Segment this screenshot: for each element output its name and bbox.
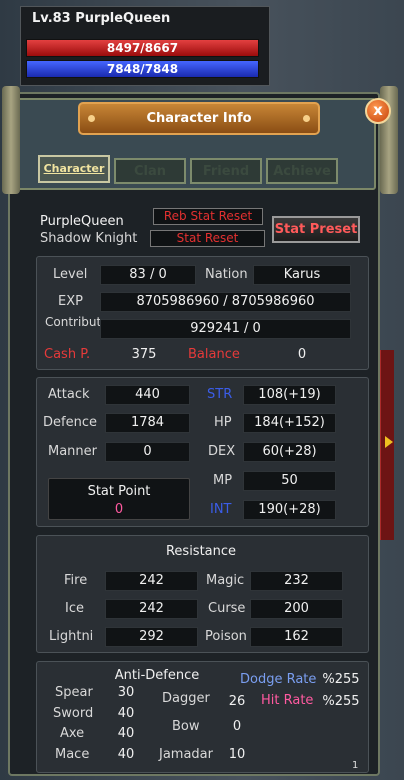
int-label: INT [210,502,232,517]
fire-label: Fire [64,573,88,588]
stat-point-value: 0 [114,502,124,517]
curse-label: Curse [208,601,246,616]
level-label: Level [53,267,88,282]
reb-stat-reset-button[interactable]: Reb Stat Reset [153,208,263,225]
anti-defence-heading: Anti-Defence [114,668,200,683]
dodge-rate-label: Dodge Rate [240,672,317,687]
jamadar-label: Jamadar [159,747,213,762]
spear-value: 30 [117,685,135,700]
hp-bar: 8497/8667 [26,39,259,57]
axe-label: Axe [60,726,85,741]
player-level-name: Lv.83 PurpleQueen [32,11,171,26]
jamadar-value: 10 [228,747,246,762]
title-rivet-icon [303,115,310,122]
frame-ornament-left [2,86,20,194]
nation-label: Nation [205,267,248,282]
exp-value: 8705986960 / 8705986960 [100,292,351,312]
defence-value: 1784 [105,413,190,433]
cash-points-value: 375 [131,347,157,362]
window-title-bar: Character Info [78,102,320,135]
mp-stat-label: MP [213,473,233,488]
int-value: 190(+28) [243,500,336,520]
balance-value: 0 [297,347,307,362]
curse-value: 200 [250,599,343,619]
tab-friend[interactable]: Friend [190,158,262,184]
exp-label: EXP [58,294,83,309]
tab-character[interactable]: Character [38,155,110,183]
cash-points-label: Cash P. [44,347,91,362]
balance-label: Balance [188,347,240,362]
mace-value: 40 [117,747,135,762]
str-value: 108(+19) [243,385,336,405]
title-rivet-icon [88,115,95,122]
ice-value: 242 [105,599,198,619]
mace-label: Mace [55,747,90,762]
nation-value: Karus [253,265,351,285]
tab-achieve[interactable]: Achieve [266,158,338,184]
close-button[interactable]: x [365,98,391,124]
manner-label: Manner [48,444,98,459]
tab-clan[interactable]: Clan [114,158,186,184]
stat-point-box: Stat Point 0 [48,478,190,520]
bow-value: 0 [232,719,242,734]
hp-stat-label: HP [214,415,232,430]
dagger-label: Dagger [162,691,210,706]
dex-label: DEX [208,444,236,459]
expand-arrow-icon[interactable] [385,436,393,448]
fire-value: 242 [105,571,198,591]
sword-value: 40 [117,706,135,721]
manner-value: 0 [105,442,190,462]
lightning-value: 292 [105,627,198,647]
resistance-heading: Resistance [165,544,237,559]
ice-label: Ice [65,601,84,616]
hp-stat-value: 184(+152) [243,413,336,433]
contribution-label: Contribut [45,315,102,329]
character-name: PurpleQueen [40,214,124,229]
poison-label: Poison [205,629,247,644]
defence-label: Defence [43,415,97,430]
stat-reset-button[interactable]: Stat Reset [150,230,265,247]
dex-value: 60(+28) [243,442,336,462]
dodge-rate-value: %255 [322,672,360,687]
window-title: Character Info [146,111,252,126]
lightning-label: Lightni [49,629,94,644]
dagger-value: 26 [228,694,246,709]
hit-rate-label: Hit Rate [261,693,314,708]
hit-rate-value: %255 [322,694,360,709]
contribution-value: 929241 / 0 [100,319,351,339]
attack-label: Attack [48,387,90,402]
magic-value: 232 [250,571,343,591]
bow-label: Bow [172,719,200,734]
mp-bar: 7848/7848 [26,60,259,78]
sword-label: Sword [53,706,94,721]
magic-label: Magic [206,573,245,588]
mp-stat-value: 50 [243,471,336,491]
page-number: 1 [352,760,359,771]
attack-value: 440 [105,385,190,405]
str-label: STR [207,387,233,402]
character-class: Shadow Knight [40,231,138,246]
poison-value: 162 [250,627,343,647]
axe-value: 40 [117,726,135,741]
spear-label: Spear [55,685,93,700]
level-value: 83 / 0 [100,265,196,285]
stat-preset-button[interactable]: Stat Preset [272,216,360,243]
stat-point-label: Stat Point [87,484,151,499]
